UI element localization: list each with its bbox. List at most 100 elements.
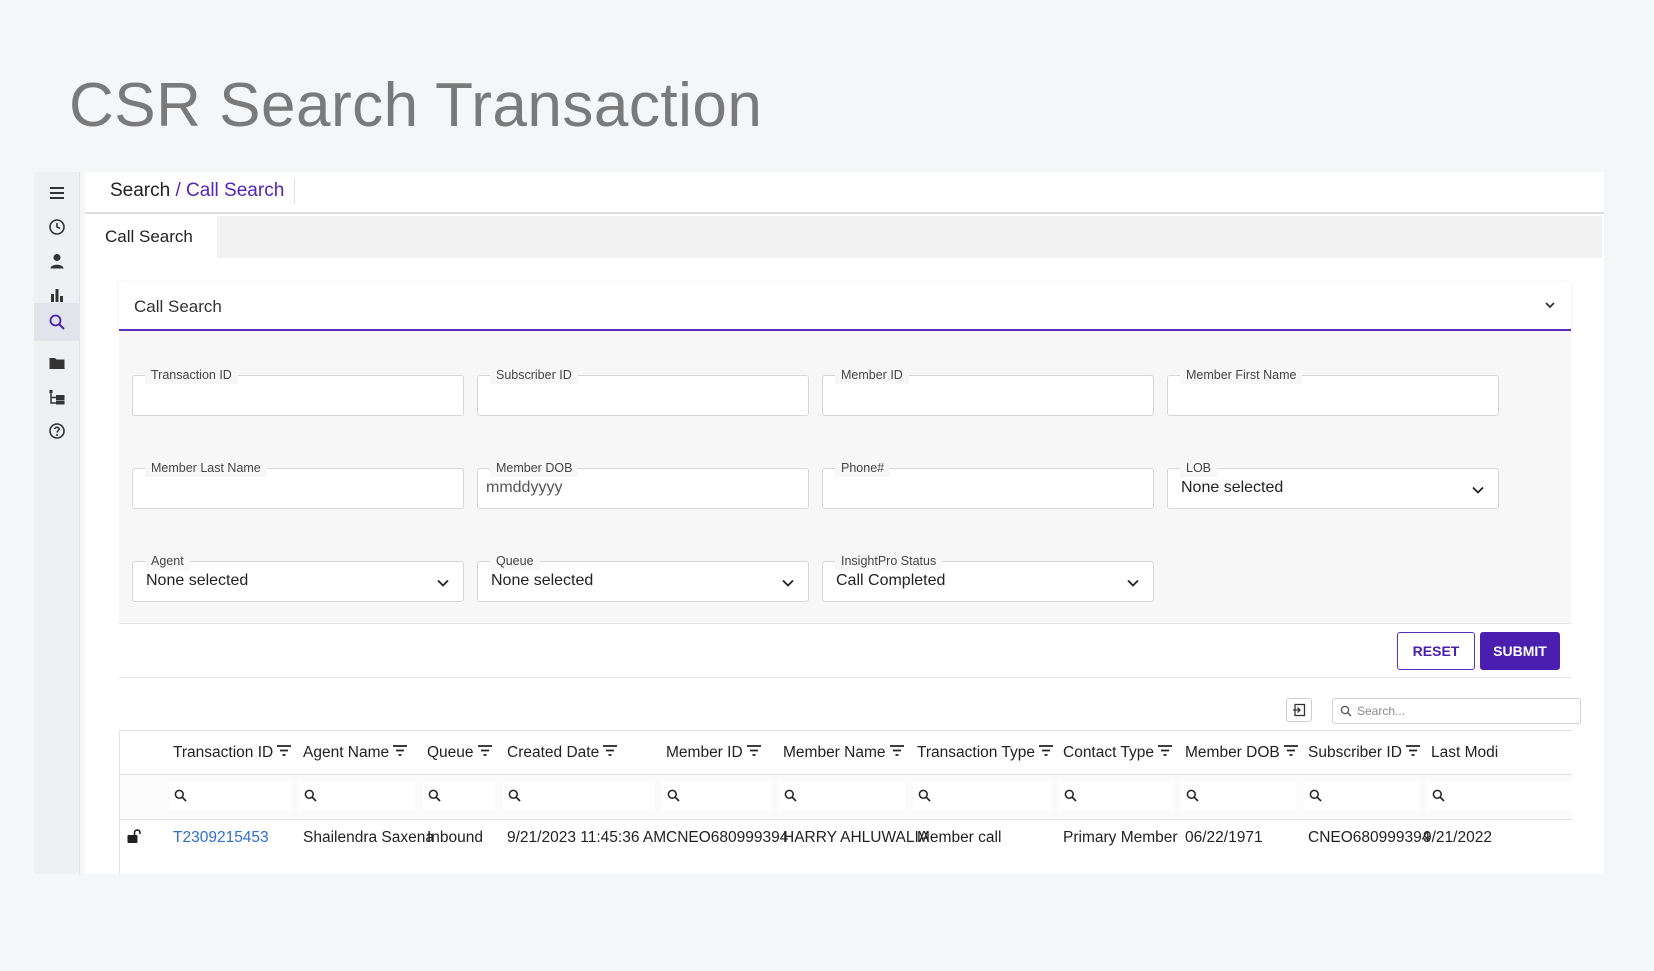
search-icon[interactable] bbox=[34, 303, 80, 341]
filter-icon[interactable] bbox=[1283, 745, 1298, 757]
member-dob-placeholder: mmddyyyy bbox=[486, 479, 563, 496]
member-dob-field[interactable]: Member DOB mmddyyyy bbox=[477, 459, 809, 509]
column-header-created-date[interactable]: Created Date bbox=[507, 744, 618, 762]
member-last-name-label: Member Last Name bbox=[145, 459, 267, 477]
column-label: Transaction Type bbox=[917, 744, 1036, 761]
folder-icon[interactable] bbox=[34, 344, 80, 382]
menu-icon[interactable] bbox=[34, 174, 80, 212]
column-header-last-modified[interactable]: Last Modi bbox=[1431, 744, 1498, 762]
column-header-transaction-type[interactable]: Transaction Type bbox=[917, 744, 1054, 762]
lob-select[interactable]: LOB None selected bbox=[1167, 459, 1499, 509]
chevron-down-icon bbox=[1127, 579, 1139, 587]
filter-icon[interactable] bbox=[1158, 745, 1173, 757]
column-header-member-dob[interactable]: Member DOB bbox=[1185, 744, 1298, 762]
search-icon bbox=[304, 789, 318, 803]
chevron-down-icon[interactable] bbox=[1543, 298, 1557, 312]
column-label: Queue bbox=[427, 744, 474, 761]
column-label: Subscriber ID bbox=[1308, 744, 1402, 761]
cell-contact-type: Primary Member bbox=[1063, 829, 1178, 846]
search-icon bbox=[1064, 789, 1078, 803]
search-icon bbox=[1432, 789, 1446, 803]
filter-icon[interactable] bbox=[1039, 745, 1054, 757]
column-label: Member Name bbox=[783, 744, 886, 761]
filter-icon[interactable] bbox=[1405, 745, 1420, 757]
column-label: Agent Name bbox=[303, 744, 390, 761]
search-icon bbox=[667, 789, 681, 803]
cell-agent-name: Shailendra Saxena bbox=[303, 829, 434, 846]
filter-icon[interactable] bbox=[477, 745, 492, 757]
sidebar bbox=[34, 172, 80, 874]
column-label: Member ID bbox=[666, 744, 743, 761]
filter-cell[interactable] bbox=[1427, 781, 1572, 811]
unlock-icon[interactable] bbox=[126, 828, 142, 844]
transaction-id-link[interactable]: T2309215453 bbox=[173, 829, 269, 847]
search-icon bbox=[784, 789, 798, 803]
user-icon[interactable] bbox=[34, 242, 80, 280]
export-button[interactable] bbox=[1286, 698, 1312, 722]
member-first-name-field[interactable]: Member First Name bbox=[1167, 366, 1499, 416]
insightpro-status-select[interactable]: InsightPro Status Call Completed bbox=[822, 552, 1154, 602]
column-label: Member DOB bbox=[1185, 744, 1280, 761]
phone-field[interactable]: Phone# bbox=[822, 459, 1154, 509]
search-icon bbox=[1309, 789, 1323, 803]
search-form: Transaction ID Subscriber ID Member ID M… bbox=[119, 333, 1571, 624]
form-actions: RESET SUBMIT bbox=[119, 624, 1571, 678]
filter-icon[interactable] bbox=[277, 745, 292, 757]
breadcrumb-divider bbox=[294, 178, 295, 204]
grid-filter-row bbox=[120, 775, 1572, 820]
filter-cell[interactable] bbox=[503, 781, 654, 811]
column-header-transaction-id[interactable]: Transaction ID bbox=[173, 744, 292, 762]
app-window: Search / Call Search Call Search Call Se… bbox=[34, 172, 1604, 874]
export-icon bbox=[1293, 703, 1306, 717]
reset-button[interactable]: RESET bbox=[1397, 632, 1475, 670]
panel-header[interactable]: Call Search bbox=[119, 282, 1571, 331]
cell-queue: Inbound bbox=[427, 829, 484, 846]
table-row[interactable]: T2309215453 Shailendra Saxena Inbound 9/… bbox=[120, 820, 1572, 856]
member-first-name-label: Member First Name bbox=[1180, 366, 1303, 384]
help-icon[interactable] bbox=[34, 412, 80, 450]
hierarchy-icon[interactable] bbox=[34, 378, 80, 416]
agent-value: None selected bbox=[146, 572, 249, 589]
breadcrumb-root[interactable]: Search bbox=[110, 180, 170, 201]
breadcrumb: Search / Call Search bbox=[110, 180, 284, 202]
breadcrumb-current: Call Search bbox=[186, 180, 285, 201]
phone-label: Phone# bbox=[835, 459, 891, 477]
column-header-member-id[interactable]: Member ID bbox=[666, 744, 761, 762]
column-label: Contact Type bbox=[1063, 744, 1155, 761]
chevron-down-icon bbox=[782, 579, 794, 587]
submit-button[interactable]: SUBMIT bbox=[1480, 632, 1560, 670]
subscriber-id-field[interactable]: Subscriber ID bbox=[477, 366, 809, 416]
main-content: Search / Call Search Call Search Call Se… bbox=[85, 172, 1604, 874]
panel-title: Call Search bbox=[134, 297, 222, 316]
search-icon bbox=[174, 789, 188, 803]
member-dob-label: Member DOB bbox=[490, 459, 579, 477]
chevron-down-icon bbox=[437, 579, 449, 587]
member-last-name-field[interactable]: Member Last Name bbox=[132, 459, 464, 509]
grid-search-input[interactable] bbox=[1357, 702, 1567, 720]
filter-icon[interactable] bbox=[393, 745, 408, 757]
grid-search-box[interactable] bbox=[1332, 698, 1581, 724]
cell-last-modified: 9/21/2022 bbox=[1423, 829, 1492, 846]
filter-icon[interactable] bbox=[889, 745, 904, 757]
column-label: Created Date bbox=[507, 744, 600, 761]
clock-icon[interactable] bbox=[34, 208, 80, 246]
agent-select[interactable]: Agent None selected bbox=[132, 552, 464, 602]
search-icon bbox=[918, 789, 932, 803]
column-header-member-name[interactable]: Member Name bbox=[783, 744, 904, 762]
column-header-agent-name[interactable]: Agent Name bbox=[303, 744, 408, 762]
tab-call-search[interactable]: Call Search bbox=[85, 216, 217, 258]
filter-icon[interactable] bbox=[746, 745, 761, 757]
transaction-id-field[interactable]: Transaction ID bbox=[132, 366, 464, 416]
member-id-field[interactable]: Member ID bbox=[822, 366, 1154, 416]
column-header-contact-type[interactable]: Contact Type bbox=[1063, 744, 1173, 762]
column-header-queue[interactable]: Queue bbox=[427, 744, 492, 762]
member-id-label: Member ID bbox=[835, 366, 909, 384]
filter-cell[interactable] bbox=[913, 781, 1051, 811]
column-header-subscriber-id[interactable]: Subscriber ID bbox=[1308, 744, 1420, 762]
queue-select[interactable]: Queue None selected bbox=[477, 552, 809, 602]
lob-value: None selected bbox=[1181, 479, 1284, 496]
transaction-id-label: Transaction ID bbox=[145, 366, 238, 384]
filter-icon[interactable] bbox=[603, 745, 618, 757]
chevron-down-icon bbox=[1472, 486, 1484, 494]
page-title: CSR Search Transaction bbox=[69, 71, 763, 140]
